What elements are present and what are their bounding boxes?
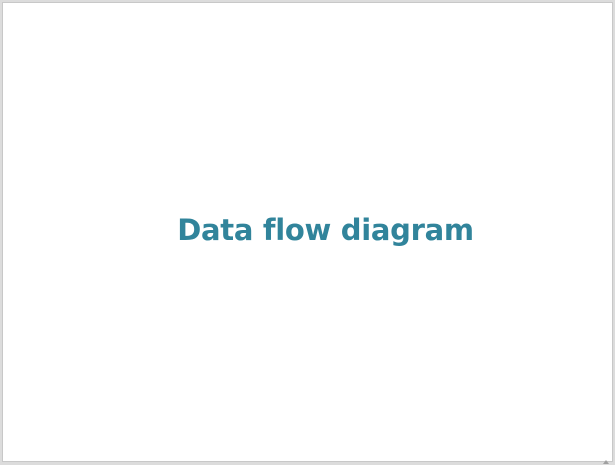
slide-canvas: Data flow diagram	[0, 0, 615, 465]
caret-up-icon	[603, 460, 609, 464]
slide[interactable]: Data flow diagram	[2, 2, 613, 462]
slide-title[interactable]: Data flow diagram	[3, 210, 615, 250]
